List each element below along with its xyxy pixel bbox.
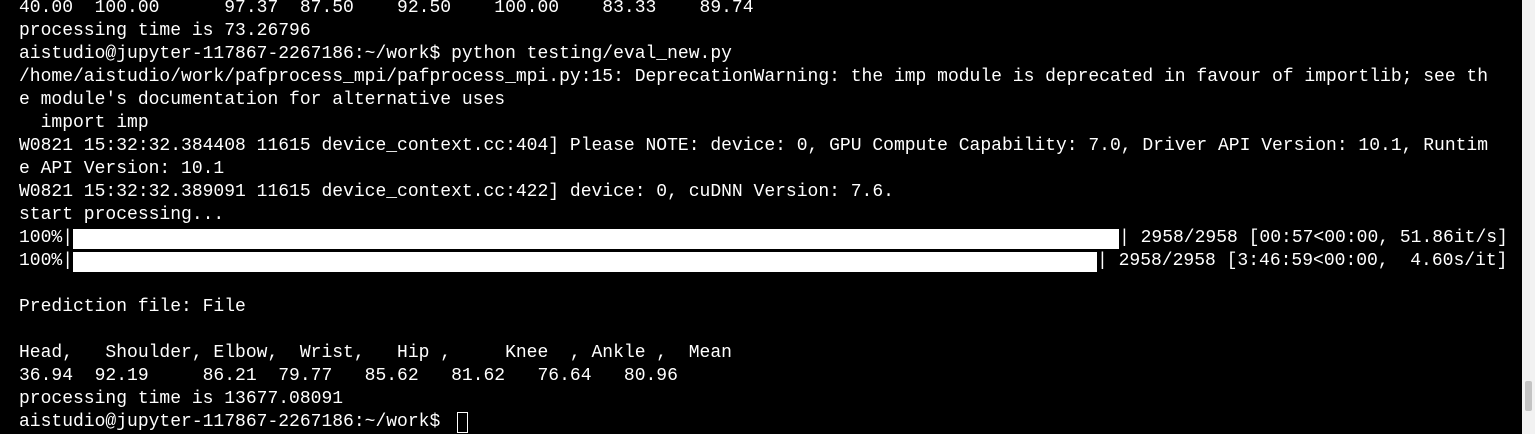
scrollbar-thumb[interactable] xyxy=(1525,381,1532,411)
command-line: aistudio@jupyter-117867-2267186:~/work$ … xyxy=(19,44,732,64)
progress-suffix: | 2958/2958 [3:46:59<00:00, 4.60s/it] xyxy=(1097,251,1508,271)
output-line: 40.00 100.00 97.37 87.50 92.50 100.00 83… xyxy=(19,0,754,18)
prediction-file-line: Prediction file: File xyxy=(19,297,246,317)
progress-bar-fill xyxy=(73,229,1119,249)
results-values: 36.94 92.19 86.21 79.77 85.62 81.62 76.6… xyxy=(19,366,678,386)
warning-line: /home/aistudio/work/pafprocess_mpi/pafpr… xyxy=(19,67,1489,87)
progress-suffix: | 2958/2958 [00:57<00:00, 51.86it/s] xyxy=(1119,228,1508,248)
results-header: Head, Shoulder, Elbow, Wrist, Hip , Knee… xyxy=(19,343,732,363)
progress-bar-fill xyxy=(73,252,1097,272)
terminal-window[interactable]: 40.00 100.00 97.37 87.50 92.50 100.00 83… xyxy=(0,0,1522,434)
warning-line: e module's documentation for alternative… xyxy=(19,90,506,110)
output-line: processing time is 73.26796 xyxy=(19,21,311,41)
progress-prefix: 100%| xyxy=(19,251,74,271)
log-line: W0821 15:32:32.384408 11615 device_conte… xyxy=(19,136,1489,156)
vertical-scrollbar[interactable] xyxy=(1522,0,1535,434)
output-line: import imp xyxy=(19,113,149,133)
terminal-cursor[interactable] xyxy=(457,412,468,433)
log-line: e API Version: 10.1 xyxy=(19,159,225,179)
shell-prompt: aistudio@jupyter-117867-2267186:~/work$ xyxy=(19,412,452,432)
log-line: W0821 15:32:32.389091 11615 device_conte… xyxy=(19,182,894,202)
processing-time-line: processing time is 13677.08091 xyxy=(19,389,344,409)
progress-prefix: 100%| xyxy=(19,228,74,248)
output-line: start processing... xyxy=(19,205,225,225)
